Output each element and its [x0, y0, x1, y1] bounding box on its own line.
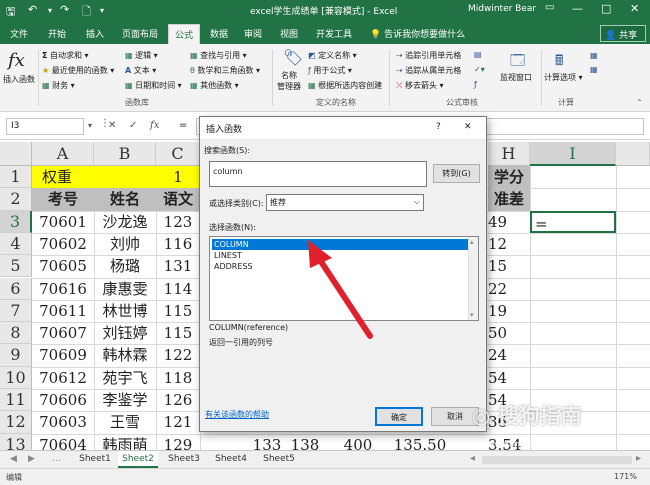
horizontal-scrollbar[interactable]: [482, 456, 632, 464]
sheet-tab-bar: ◀ ▶ … Sheet1 Sheet2 Sheet3 Sheet4 Sheet5…: [0, 450, 650, 468]
watermark-logo-icon: ◎: [472, 404, 491, 428]
status-bar: 编辑 171%: [0, 468, 650, 485]
sheet-tab-sheet4[interactable]: Sheet4: [210, 451, 252, 468]
more-sheets-icon[interactable]: …: [52, 454, 61, 464]
watermark-url: zhinan.sogou.com: [490, 440, 572, 450]
zoom-level[interactable]: 171%: [614, 472, 637, 481]
prev-sheet-icon[interactable]: ◀: [10, 454, 17, 464]
sheet-tab-sheet1[interactable]: Sheet1: [72, 451, 118, 468]
sheet-tab-sheet3[interactable]: Sheet3: [164, 451, 204, 468]
status-mode: 编辑: [6, 473, 22, 482]
sheet-tab-sheet5[interactable]: Sheet5: [258, 451, 300, 468]
arrow-shaft: [315, 254, 373, 339]
horizontal-scroll-right-icon[interactable]: ▸: [636, 453, 641, 464]
sheet-tab-sheet2[interactable]: Sheet2: [118, 451, 158, 468]
watermark-brand: ◎ 搜狗指南: [472, 400, 637, 440]
horizontal-scroll-left-icon[interactable]: ◂: [470, 453, 475, 464]
watermark-text: 搜狗指南: [497, 404, 582, 428]
next-sheet-icon[interactable]: ▶: [28, 454, 35, 464]
